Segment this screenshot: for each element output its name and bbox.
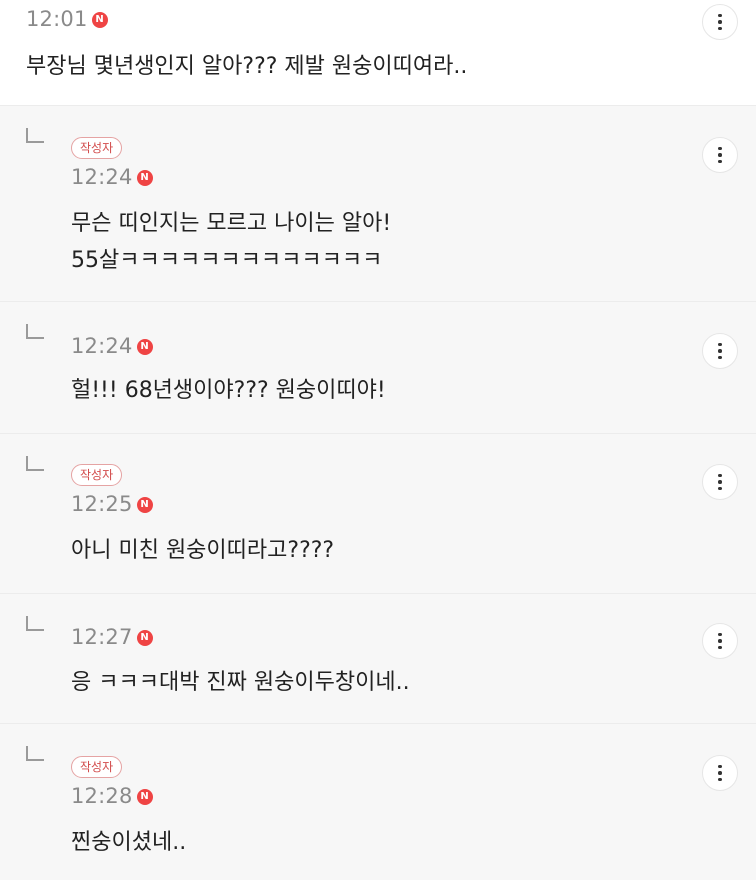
new-badge-icon: N xyxy=(136,789,153,805)
reply-arrow-icon xyxy=(26,456,44,471)
more-vertical-icon xyxy=(718,631,722,651)
more-vertical-icon xyxy=(718,763,722,783)
new-badge-icon: N xyxy=(136,630,153,646)
comment-text: 아니 미친 원숭이띠라고???? xyxy=(71,538,335,563)
comment-time: 12:24 xyxy=(71,165,133,189)
reply-item: 12:24 N 헐!!! 68년생이야??? 원숭이띠야! xyxy=(0,302,756,434)
comment-time: 12:25 xyxy=(71,492,133,516)
comment-meta: 12:01 N xyxy=(26,6,108,32)
more-vertical-icon xyxy=(718,145,722,165)
reply-arrow-icon xyxy=(26,324,44,339)
reply-arrow-icon xyxy=(26,746,44,761)
more-options-button[interactable] xyxy=(702,333,738,369)
author-badge: 작성자 xyxy=(71,137,123,159)
new-badge-icon: N xyxy=(136,497,153,513)
reply-item: 작성자 12:24 N 무슨 띠인지는 모르고 나이는 알아! 55살ㅋㅋㅋㅋㅋ… xyxy=(0,106,756,302)
comment-meta: 작성자 12:24 N xyxy=(71,137,153,190)
comment-meta: 작성자 12:28 N xyxy=(71,756,153,809)
comment-time: 12:28 xyxy=(71,784,133,808)
reply-arrow-icon xyxy=(26,128,44,143)
comment-time: 12:24 xyxy=(71,334,133,358)
reply-item: 12:27 N 응 ㅋㅋㅋ대박 진짜 원숭이두창이네.. xyxy=(0,594,756,724)
more-vertical-icon xyxy=(718,472,722,492)
comment-meta: 12:24 N xyxy=(71,333,153,359)
comment-time: 12:27 xyxy=(71,625,133,649)
more-options-button[interactable] xyxy=(702,464,738,500)
comment-thread: 12:01 N 부장님 몇년생인지 알아??? 제발 원숭이띠여라.. 작성자 … xyxy=(0,0,756,880)
comment-meta: 작성자 12:25 N xyxy=(71,464,153,517)
comment-text: 무슨 띠인지는 모르고 나이는 알아! 55살ㅋㅋㅋㅋㅋㅋㅋㅋㅋㅋㅋㅋㅋ xyxy=(71,211,392,273)
comment-meta: 12:27 N xyxy=(71,624,153,650)
more-options-button[interactable] xyxy=(702,4,738,40)
more-options-button[interactable] xyxy=(702,137,738,173)
reply-item: 작성자 12:25 N 아니 미친 원숭이띠라고???? xyxy=(0,434,756,594)
comment-text: 응 ㅋㅋㅋ대박 진짜 원숭이두창이네.. xyxy=(71,670,410,695)
more-vertical-icon xyxy=(718,341,722,361)
new-badge-icon: N xyxy=(136,170,153,186)
more-options-button[interactable] xyxy=(702,623,738,659)
comment-text: 헐!!! 68년생이야??? 원숭이띠야! xyxy=(71,378,386,403)
reply-arrow-icon xyxy=(26,616,44,631)
new-badge-icon: N xyxy=(91,12,108,28)
new-badge-icon: N xyxy=(136,339,153,355)
comment-item: 12:01 N 부장님 몇년생인지 알아??? 제발 원숭이띠여라.. xyxy=(0,0,756,106)
comment-text: 찐숭이셨네.. xyxy=(71,830,187,855)
author-badge: 작성자 xyxy=(71,756,123,778)
more-vertical-icon xyxy=(718,12,722,32)
comment-time: 12:01 xyxy=(26,7,88,31)
comment-text: 부장님 몇년생인지 알아??? 제발 원숭이띠여라.. xyxy=(26,54,468,79)
more-options-button[interactable] xyxy=(702,755,738,791)
reply-item: 작성자 12:28 N 찐숭이셨네.. xyxy=(0,724,756,880)
author-badge: 작성자 xyxy=(71,464,123,486)
